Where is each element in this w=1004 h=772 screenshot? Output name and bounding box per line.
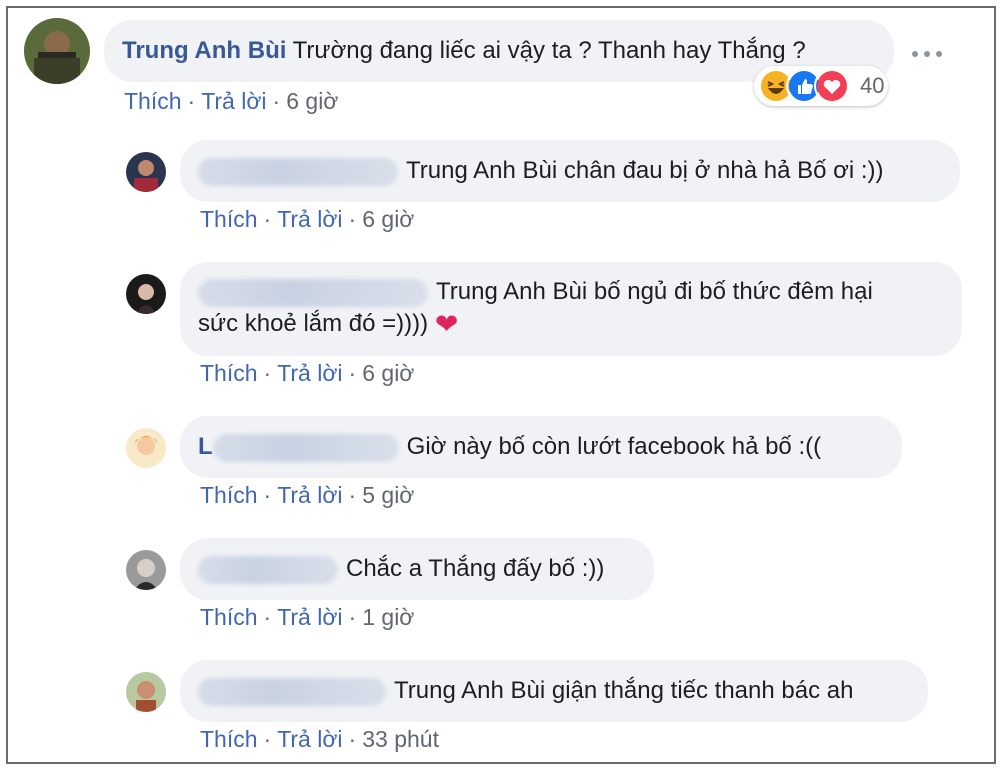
comment-text: Trường đang liếc ai vậy ta ? Thanh hay T… xyxy=(292,37,806,64)
heart-emoji: ❤ xyxy=(434,308,459,340)
more-options-icon[interactable] xyxy=(912,44,942,64)
comment-actions: Thích · Trả lời · 6 giờ xyxy=(124,88,339,114)
reply-text: Giờ này bố còn lướt facebook hả bố :(( xyxy=(406,433,822,460)
like-button[interactable]: Thích xyxy=(200,482,258,508)
reply-text: Chắc a Thắng đấy bố :)) xyxy=(346,555,605,582)
reaction-count: 40 xyxy=(860,73,885,98)
reply-button[interactable]: Trả lời xyxy=(277,604,342,630)
avatar[interactable] xyxy=(126,152,166,192)
reply-actions: Thích · Trả lời · 33 phút xyxy=(200,726,439,752)
reply-actions: Thích · Trả lời · 5 giờ xyxy=(200,482,415,508)
timestamp[interactable]: 6 giờ xyxy=(362,206,414,232)
reply-author[interactable] xyxy=(198,677,386,706)
comment-author[interactable]: Trung Anh Bùi xyxy=(122,37,286,64)
like-button[interactable]: Thích xyxy=(124,88,182,114)
reply-author[interactable] xyxy=(198,278,428,307)
reply-author[interactable] xyxy=(212,433,399,462)
reply-text: Trung Anh Bùi giận thắng tiếc thanh bác … xyxy=(394,677,854,704)
reply-bubble: Chắc a Thắng đấy bố :)) xyxy=(180,538,654,600)
reply-button[interactable]: Trả lời xyxy=(277,360,342,386)
comment-thread xyxy=(6,6,996,764)
timestamp[interactable]: 33 phút xyxy=(362,726,439,752)
reply-text-line1: Trung Anh Bùi bố ngủ đi bố thức đêm hại xyxy=(436,278,873,305)
like-button[interactable]: Thích xyxy=(200,726,258,752)
reply-bubble: Trung Anh Bùi giận thắng tiếc thanh bác … xyxy=(180,660,928,722)
reply-text-line2: sức khoẻ lắm đó =)))) xyxy=(198,310,429,337)
timestamp[interactable]: 6 giờ xyxy=(362,360,414,386)
reply-text: Trung Anh Bùi chân đau bị ở nhà hả Bố ơi… xyxy=(406,157,884,184)
timestamp[interactable]: 1 giờ xyxy=(362,604,414,630)
reply-author[interactable] xyxy=(198,555,338,584)
reply-button[interactable]: Trả lời xyxy=(277,726,342,752)
like-button[interactable]: Thích xyxy=(200,206,258,232)
reply-button[interactable]: Trả lời xyxy=(277,482,342,508)
timestamp[interactable]: 5 giờ xyxy=(362,482,414,508)
reply-actions: Thích · Trả lời · 6 giờ xyxy=(200,360,415,386)
reply-bubble: Trung Anh Bùi chân đau bị ở nhà hả Bố ơi… xyxy=(180,140,960,202)
avatar[interactable] xyxy=(24,18,90,84)
reply-button[interactable]: Trả lời xyxy=(201,88,266,114)
avatar[interactable] xyxy=(126,428,166,468)
love-icon xyxy=(814,68,850,104)
like-button[interactable]: Thích xyxy=(200,604,258,630)
reply-author[interactable] xyxy=(198,157,398,186)
reply-bubble: Trung Anh Bùi bố ngủ đi bố thức đêm hại … xyxy=(180,262,962,356)
avatar[interactable] xyxy=(126,672,166,712)
like-button[interactable]: Thích xyxy=(200,360,258,386)
avatar[interactable] xyxy=(126,274,166,314)
timestamp[interactable]: 6 giờ xyxy=(286,88,338,114)
reply-bubble: L Giờ này bố còn lướt facebook hả bố :(( xyxy=(180,416,902,478)
reply-actions: Thích · Trả lời · 1 giờ xyxy=(200,604,415,630)
reply-actions: Thích · Trả lời · 6 giờ xyxy=(200,206,415,232)
reply-button[interactable]: Trả lời xyxy=(277,206,342,232)
avatar[interactable] xyxy=(126,550,166,590)
reactions-summary[interactable]: 40 xyxy=(754,66,888,106)
reply-author-initial[interactable]: L xyxy=(198,433,213,460)
